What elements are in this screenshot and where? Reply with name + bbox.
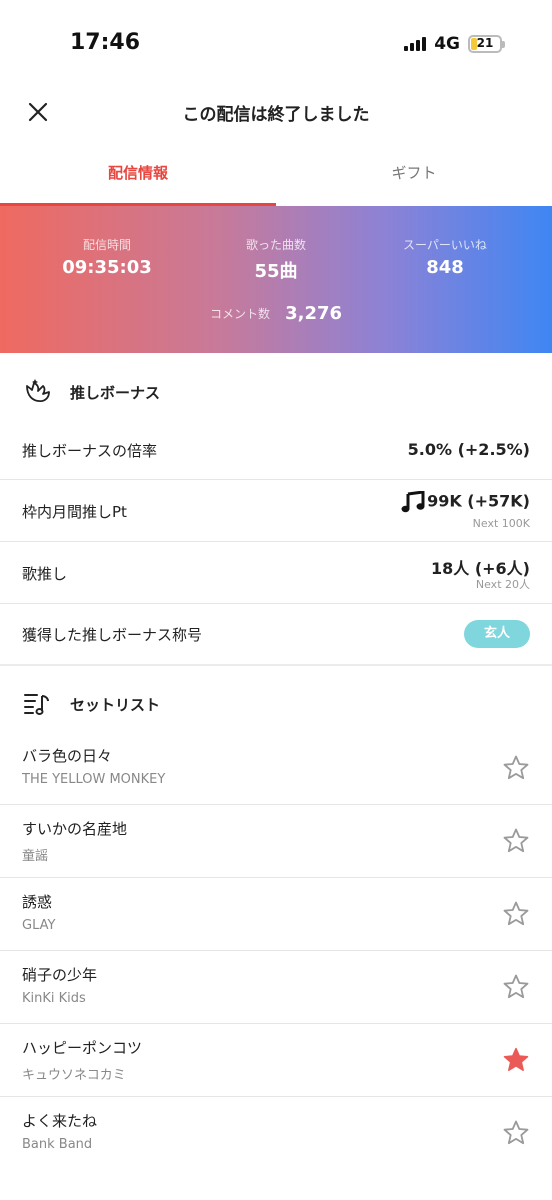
tab-gift[interactable]: ギフト (276, 148, 552, 206)
song-title: 硝子の少年 (22, 966, 98, 984)
song-title: すいかの名産地 (22, 820, 128, 838)
status-bar: 17:46 4G 21 (0, 0, 552, 88)
song-title: よく来たね (22, 1112, 98, 1130)
battery-icon: 21 (468, 35, 505, 53)
signal-icon (404, 37, 427, 51)
setlist-icon (22, 689, 52, 719)
stats-banner: 配信時間 09:35:03 歌った曲数 55曲 スーパーいいね 848 コメント… (0, 206, 552, 353)
bonus-title-badge: 玄人 (464, 620, 530, 648)
monthly-pt-value: 99K (+57K) (401, 491, 530, 513)
song-push-next: Next 20人 (475, 578, 530, 591)
song-artist: GLAY (22, 918, 56, 933)
status-time: 17:46 (70, 30, 141, 55)
status-indicators: 4G 21 (404, 34, 505, 54)
song-push-row: 歌推し 18人 (+6人) Next 20人 (0, 542, 552, 604)
song-artist: KinKi Kids (22, 991, 86, 1006)
song-title: バラ色の日々 (22, 747, 113, 765)
bonus-title-row: 獲得した推しボーナス称号 玄人 (0, 604, 552, 664)
bonus-rate-value: 5.0% (+2.5%) (407, 440, 530, 459)
bonus-section-title: 推しボーナス (70, 383, 161, 402)
setlist-section-header: セットリスト (0, 674, 552, 734)
song-artist: Bank Band (22, 1137, 93, 1152)
stat-comments: コメント数 3,276 (209, 303, 343, 324)
stat-duration: 配信時間 09:35:03 (62, 238, 152, 278)
song-row[interactable]: ハッピーポンコツ キュウソネコカミ (0, 1024, 552, 1097)
wing-icon (22, 377, 52, 407)
bonus-rate-row: 推しボーナスの倍率 5.0% (+2.5%) (0, 420, 552, 480)
monthly-pt-next: Next 100K (472, 517, 530, 530)
music-note-icon (401, 491, 425, 513)
star-outline-icon[interactable] (502, 1119, 530, 1147)
song-title: 誘惑 (22, 893, 53, 911)
section-divider (0, 664, 552, 666)
tab-stream-info[interactable]: 配信情報 (0, 148, 276, 206)
song-row[interactable]: よく来たね Bank Band (0, 1097, 552, 1170)
network-type: 4G (434, 34, 460, 54)
star-outline-icon[interactable] (502, 973, 530, 1001)
song-row[interactable]: バラ色の日々 THE YELLOW MONKEY (0, 732, 552, 805)
header: この配信は終了しました (0, 88, 552, 138)
song-title: ハッピーポンコツ (22, 1039, 143, 1057)
stat-super-like: スーパーいいね 848 (403, 238, 487, 278)
tab-bar: 配信情報 ギフト (0, 148, 552, 206)
song-artist: THE YELLOW MONKEY (22, 772, 166, 787)
song-row[interactable]: 誘惑 GLAY (0, 878, 552, 951)
song-row[interactable]: 硝子の少年 KinKi Kids (0, 951, 552, 1024)
battery-level: 21 (476, 36, 494, 50)
star-outline-icon[interactable] (502, 754, 530, 782)
song-row[interactable]: すいかの名産地 童謡 (0, 805, 552, 878)
song-artist: 童謡 (22, 849, 49, 864)
star-outline-icon[interactable] (502, 827, 530, 855)
song-artist: キュウソネコカミ (22, 1068, 126, 1083)
setlist-section-title: セットリスト (70, 695, 161, 714)
bonus-section-header: 推しボーナス (0, 362, 552, 422)
monthly-pt-row: 枠内月間推しPt 99K (+57K) Next 100K (0, 480, 552, 542)
page-title: この配信は終了しました (182, 105, 370, 125)
star-outline-icon[interactable] (502, 900, 530, 928)
stat-songs: 歌った曲数 55曲 (245, 238, 306, 282)
star-filled-icon[interactable] (502, 1046, 530, 1074)
